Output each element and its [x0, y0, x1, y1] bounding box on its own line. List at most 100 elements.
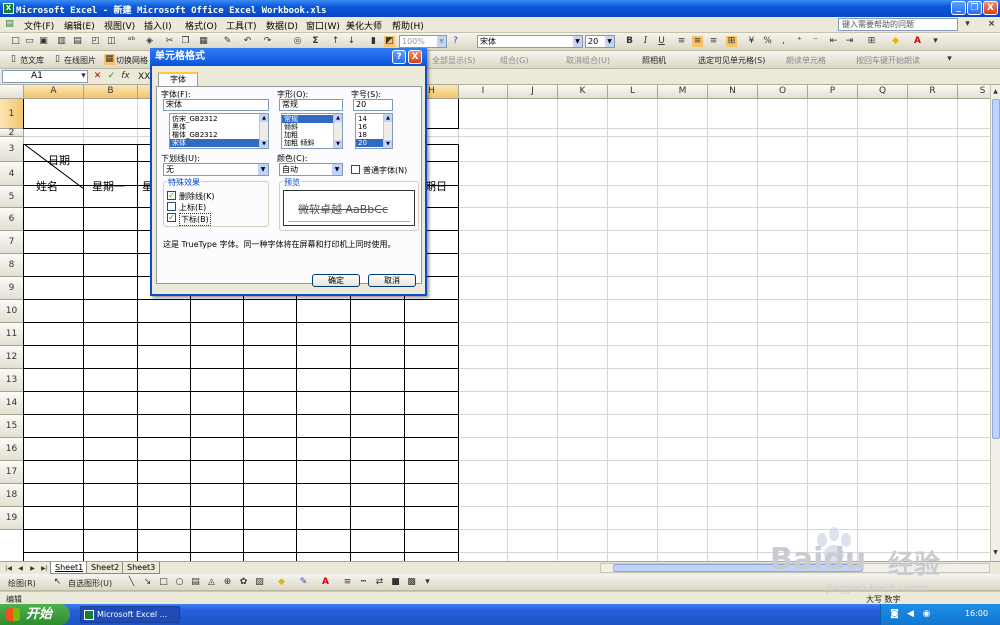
- sheet-tab-2[interactable]: Sheet2: [86, 562, 125, 574]
- font-list-scrollbar[interactable]: ▲ ▼: [259, 114, 268, 148]
- tray-network-icon[interactable]: ◙: [889, 609, 900, 620]
- start-button[interactable]: 开始: [0, 604, 70, 625]
- drawing-toggle-icon[interactable]: ◩: [384, 36, 395, 47]
- strikethrough-checkbox[interactable]: ✓: [167, 191, 176, 200]
- grid-toggle-icon[interactable]: ▦: [104, 54, 115, 65]
- tab-font[interactable]: 字体: [158, 72, 198, 87]
- fill-color-icon[interactable]: ◆: [276, 577, 287, 588]
- column-header[interactable]: P: [808, 85, 858, 99]
- vertical-scroll-thumb[interactable]: [992, 99, 1000, 439]
- tray-volume-icon[interactable]: ◀: [905, 609, 916, 620]
- menu-data[interactable]: 数据(D): [266, 19, 298, 32]
- scroll-up-icon[interactable]: ▲: [334, 114, 342, 122]
- row-header[interactable]: 8: [0, 254, 24, 277]
- sheet-tab-3[interactable]: Sheet3: [122, 562, 161, 574]
- restore-button[interactable]: ❐: [967, 1, 982, 15]
- column-header[interactable]: L: [608, 85, 658, 99]
- tray-input-icon[interactable]: ◉: [921, 609, 932, 620]
- row-header[interactable]: 5: [0, 186, 24, 208]
- align-left-icon[interactable]: ≡: [676, 36, 687, 47]
- shadow-icon[interactable]: ■: [390, 577, 401, 588]
- textbox-icon[interactable]: ▤: [190, 577, 201, 588]
- dialog-title-bar[interactable]: 单元格格式 ? X: [150, 48, 427, 66]
- autoshapes-menu-button[interactable]: 自选图形(U): [68, 578, 112, 589]
- font-color-icon[interactable]: A: [912, 36, 923, 47]
- redo-icon[interactable]: ↷: [262, 36, 273, 47]
- row-header[interactable]: 13: [0, 369, 24, 392]
- column-header[interactable]: S: [958, 85, 990, 99]
- italic-button[interactable]: I: [640, 36, 651, 47]
- chart-wizard-icon[interactable]: ▮: [368, 36, 379, 47]
- row-header[interactable]: 2: [0, 129, 24, 138]
- excel-app-icon[interactable]: X: [3, 3, 14, 14]
- zoom-combo[interactable]: 100% ▼: [399, 35, 447, 48]
- format-painter-icon[interactable]: ✎: [222, 36, 233, 47]
- menu-beautify[interactable]: 美化大师: [346, 19, 382, 32]
- enter-entry-icon[interactable]: ✓: [106, 71, 117, 82]
- scroll-up-icon[interactable]: ▲: [260, 114, 268, 122]
- menu-file[interactable]: 文件(F): [24, 19, 54, 32]
- 3d-icon[interactable]: ▩: [406, 577, 417, 588]
- fill-color-icon[interactable]: ◆: [890, 36, 901, 47]
- toolbar-options-icon[interactable]: ▾: [944, 54, 955, 65]
- style-input[interactable]: 常规: [279, 99, 343, 111]
- taskbar-excel-item[interactable]: Microsoft Excel ...: [80, 606, 180, 623]
- font-input[interactable]: 宋体: [163, 99, 269, 111]
- merge-center-icon[interactable]: ⊞: [726, 36, 737, 47]
- cancel-entry-icon[interactable]: ✕: [92, 71, 103, 82]
- row-header[interactable]: 6: [0, 208, 24, 231]
- font-color-icon[interactable]: A: [320, 577, 331, 588]
- menu-view[interactable]: 视图(V): [104, 19, 135, 32]
- minimize-button[interactable]: _: [951, 1, 966, 15]
- underline-select[interactable]: 无 ▼: [163, 163, 269, 176]
- name-box[interactable]: A1: [2, 70, 88, 83]
- row-header[interactable]: 16: [0, 438, 24, 461]
- next-sheet-icon[interactable]: ▶: [27, 563, 38, 574]
- column-header[interactable]: M: [658, 85, 708, 99]
- draw-menu-button[interactable]: 绘图(R): [8, 578, 36, 589]
- row-header[interactable]: 4: [0, 162, 24, 186]
- scroll-down-icon[interactable]: ▼: [334, 140, 342, 148]
- row-header[interactable]: 1: [0, 99, 24, 129]
- column-header[interactable]: B: [84, 85, 138, 99]
- toolbar-options-icon[interactable]: ▾: [422, 577, 433, 588]
- size-list[interactable]: 14 16 18 20 ▲ ▼: [355, 113, 393, 149]
- size-list-scrollbar[interactable]: ▲ ▼: [383, 114, 392, 148]
- comma-icon[interactable]: ,: [778, 36, 789, 47]
- wordart-icon[interactable]: ◬: [206, 577, 217, 588]
- dialog-close-button[interactable]: X: [408, 50, 422, 64]
- print-preview-icon[interactable]: ◰: [90, 36, 101, 47]
- row-header[interactable]: 3: [0, 137, 24, 162]
- column-header[interactable]: K: [558, 85, 608, 99]
- first-sheet-icon[interactable]: |◀: [3, 563, 14, 574]
- research-icon[interactable]: ◫: [106, 36, 117, 47]
- online-picture-button[interactable]: 在线图片: [64, 55, 96, 66]
- font-name-combo[interactable]: 宋体 ▼: [477, 35, 583, 48]
- permission-icon[interactable]: ▥: [56, 36, 67, 47]
- ok-button[interactable]: 确定: [312, 274, 360, 287]
- color-select[interactable]: 自动 ▼: [279, 163, 343, 176]
- row-header[interactable]: 14: [0, 392, 24, 415]
- undo-icon[interactable]: ↶: [242, 36, 253, 47]
- help-dropdown-icon[interactable]: ▾: [962, 19, 973, 30]
- template-icon[interactable]: ▯: [8, 54, 19, 65]
- picture-icon[interactable]: ▨: [254, 577, 265, 588]
- ungroup-button[interactable]: 取消组合(U): [566, 55, 610, 66]
- diagram-icon[interactable]: ⊕: [222, 577, 233, 588]
- hyperlink-icon[interactable]: ◎: [292, 36, 303, 47]
- dash-style-icon[interactable]: ┅: [358, 577, 369, 588]
- select-all-corner[interactable]: [0, 85, 24, 99]
- scroll-up-icon[interactable]: ▲: [384, 114, 392, 122]
- cancel-button[interactable]: 取消: [368, 274, 416, 287]
- rectangle-icon[interactable]: □: [158, 577, 169, 588]
- normal-font-checkbox[interactable]: [351, 165, 360, 174]
- new-icon[interactable]: □: [10, 36, 21, 47]
- column-header[interactable]: R: [908, 85, 958, 99]
- row-header[interactable]: 10: [0, 300, 24, 323]
- line-icon[interactable]: ╲: [126, 577, 137, 588]
- camera-button[interactable]: 照相机: [642, 55, 666, 66]
- column-header[interactable]: Q: [858, 85, 908, 99]
- menu-insert[interactable]: 插入(I): [144, 19, 172, 32]
- decrease-indent-icon[interactable]: ⇤: [828, 36, 839, 47]
- select-visible-cells-button[interactable]: 选定可见单元格(S): [698, 55, 765, 66]
